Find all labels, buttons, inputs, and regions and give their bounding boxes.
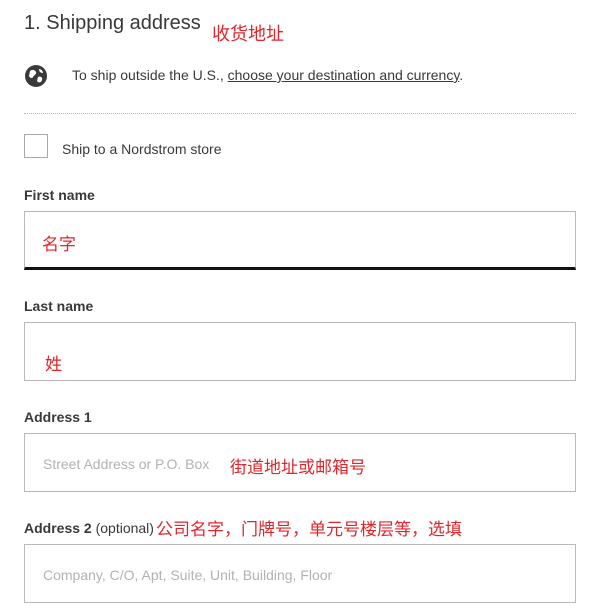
address-2-annotation: 公司名字，门牌号，单元号楼层等，选填: [156, 520, 462, 540]
section-title: 1. Shipping address: [24, 12, 201, 34]
destination-currency-link[interactable]: choose your destination and currency: [228, 67, 460, 83]
first-name-label: First name: [24, 187, 95, 203]
address-1-label: Address 1: [24, 409, 92, 425]
globe-icon: [25, 65, 47, 87]
last-name-label: Last name: [24, 298, 94, 314]
address-2-label: Address 2 (optional): [24, 520, 154, 536]
last-name-field[interactable]: 姓: [24, 322, 576, 381]
last-name-value: 姓: [45, 355, 62, 375]
address-1-field[interactable]: Street Address or P.O. Box 街道地址或邮箱号: [24, 433, 576, 492]
shipping-notice-text: To ship outside the U.S.,: [72, 67, 228, 83]
divider: [24, 113, 576, 114]
address-2-field[interactable]: Company, C/O, Apt, Suite, Unit, Building…: [24, 544, 576, 603]
address-2-optional: (optional): [95, 520, 154, 536]
ship-to-store-checkbox[interactable]: [24, 134, 48, 158]
first-name-value: 名字: [42, 235, 76, 255]
ship-to-store-label[interactable]: Ship to a Nordstrom store: [62, 141, 222, 157]
first-name-field[interactable]: 名字: [24, 211, 576, 270]
shipping-notice-end: .: [459, 67, 464, 83]
section-title-annotation: 收货地址: [212, 24, 284, 45]
address-2-label-text: Address 2: [24, 520, 92, 536]
international-shipping-notice: To ship outside the U.S., choose your de…: [72, 67, 463, 83]
address-1-annotation: 街道地址或邮箱号: [230, 458, 366, 478]
address-2-placeholder: Company, C/O, Apt, Suite, Unit, Building…: [43, 567, 333, 583]
address-1-placeholder: Street Address or P.O. Box: [43, 456, 210, 472]
